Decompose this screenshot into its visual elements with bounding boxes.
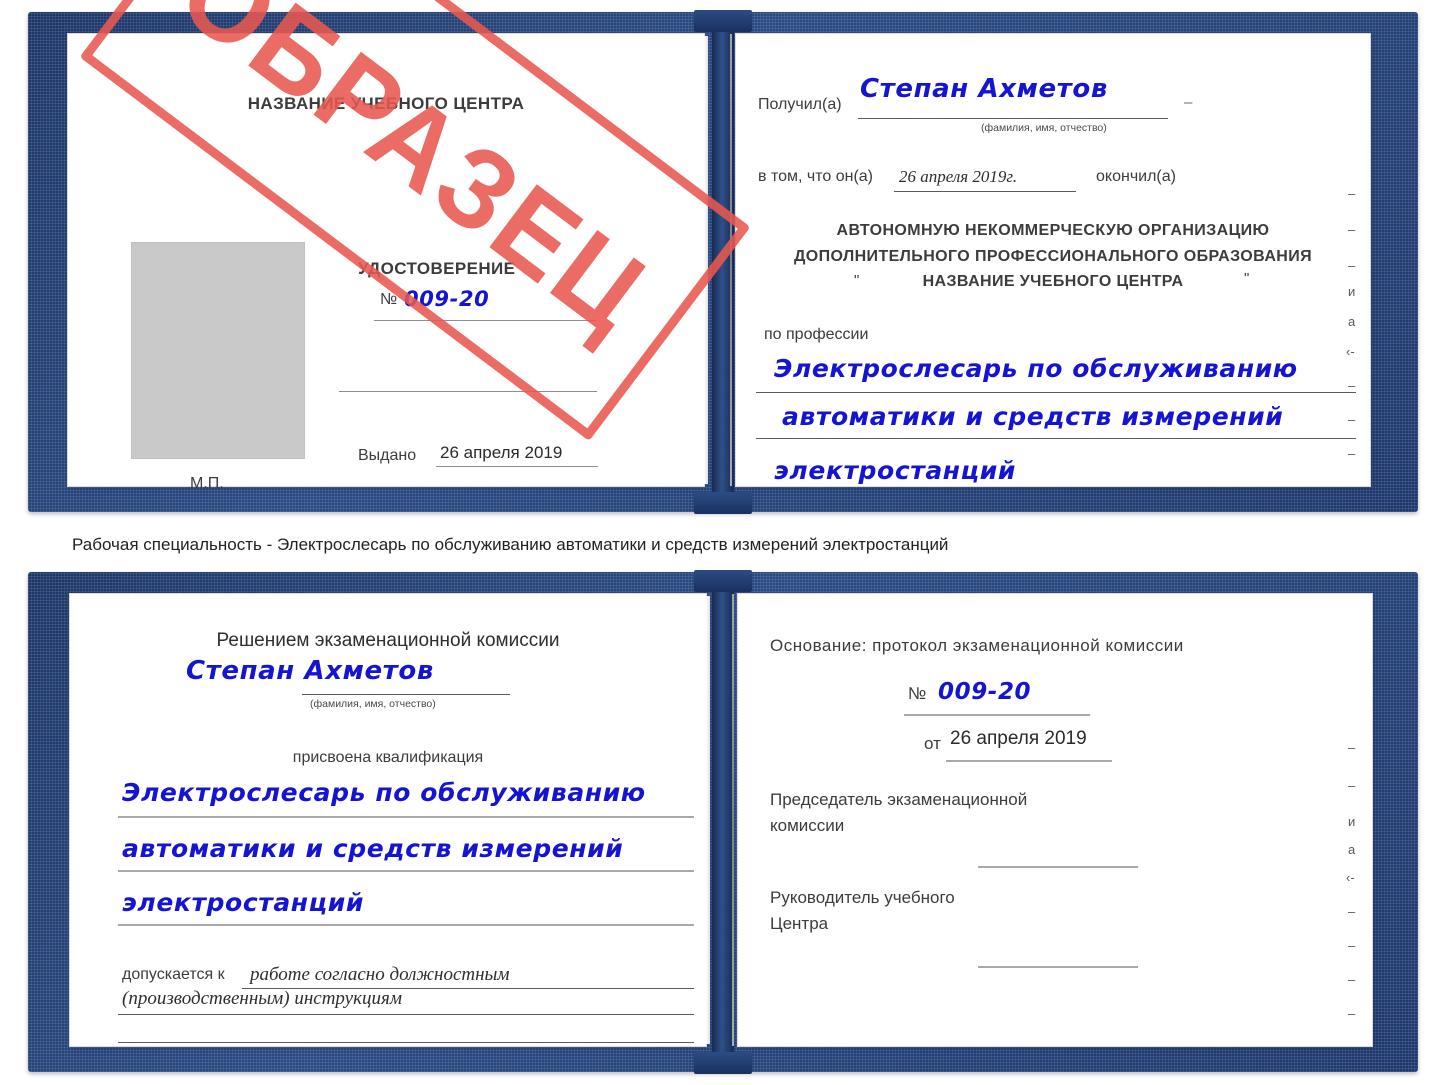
fio-hint-bottom: (фамилия, имя, отчество): [310, 698, 436, 710]
that-he-value: 26 апреля 2019г.: [899, 167, 1018, 186]
head-line-1: Руководитель учебного: [770, 888, 955, 907]
profession-rule-1: [756, 392, 1356, 393]
that-he-rule: [894, 191, 1076, 192]
certificate-bottom: Решением экзаменационной комиссии Степан…: [28, 570, 1418, 1074]
bottom-name-rule: [302, 694, 510, 695]
edge-fragments-bottom: – – и а ‹- – – – –: [1340, 724, 1374, 1044]
head-line-2: Центра: [770, 914, 829, 933]
fio-hint-top: (фамилия, имя, отчество): [981, 122, 1107, 134]
received-rule: [858, 118, 1168, 119]
edge-fragment: –: [1348, 222, 1356, 237]
qualification-rule-3: [118, 924, 694, 926]
protocol-number-rule: [904, 714, 1090, 716]
edge-fragment: –: [1348, 904, 1356, 919]
certificate-top-spine-bump-top: [694, 10, 752, 32]
bottom-name-value: Степан Ахметов: [186, 656, 434, 686]
edge-fragment: –: [1348, 186, 1356, 201]
admitted-label: допускается к: [122, 966, 225, 983]
qualification-label: присвоена квалификация: [292, 749, 484, 766]
certificate-top-fold: [730, 34, 732, 486]
finished-label: окончил(а): [1096, 168, 1176, 185]
issued-label: Выдано: [358, 447, 417, 464]
admitted-rule-3: [118, 1042, 694, 1043]
protocol-date-value: 26 апреля 2019: [950, 728, 1087, 749]
qualification-line-1: Электрослесарь по обслуживанию: [122, 778, 646, 807]
training-center-name-top: НАЗВАНИЕ УЧЕБНОГО ЦЕНТРА: [247, 94, 525, 113]
edge-fragment: –: [1348, 938, 1356, 953]
edge-fragment: а: [1348, 314, 1356, 329]
edge-fragment: и: [1348, 814, 1356, 829]
certificate-number-value: 009-20: [404, 287, 490, 311]
issued-rule: [436, 466, 598, 467]
edge-fragment: –: [1348, 412, 1356, 427]
that-he-label: в том, что он(а): [758, 168, 873, 185]
protocol-number-value: 009-20: [938, 679, 1032, 705]
edge-fragment: –: [1348, 446, 1356, 461]
protocol-number-label: №: [908, 684, 927, 703]
edge-fragment: ‹-: [1346, 344, 1355, 359]
certificate-bottom-left-page: Решением экзаменационной комиссии Степан…: [70, 594, 710, 1046]
head-signature-rule: [978, 966, 1138, 968]
edge-fragment: –: [1348, 1006, 1356, 1021]
profession-line-2: автоматики и средств измерений: [782, 402, 1284, 431]
received-dash: –: [1184, 94, 1193, 111]
document-title: УДОСТОВЕРЕНИЕ: [358, 259, 516, 278]
edge-fragment: –: [1348, 378, 1356, 393]
seal-mark-label: М.П.: [190, 475, 224, 492]
edge-fragment: ‹-: [1346, 870, 1355, 885]
profession-label: по профессии: [764, 326, 869, 343]
blank-rule-1: [339, 391, 597, 392]
received-name-value: Степан Ахметов: [860, 74, 1108, 104]
qualification-rule-2: [118, 870, 694, 872]
admitted-line-2: (производственным) инструкциям: [122, 988, 402, 1009]
organization-line-1: АВТОНОМНУЮ НЕКОММЕРЧЕСКУЮ ОРГАНИЗАЦИЮ: [836, 222, 1270, 239]
certificate-number-label: №: [380, 291, 398, 308]
protocol-date-rule: [946, 760, 1112, 762]
photo-placeholder: [131, 242, 305, 459]
qualification-rule-1: [118, 816, 694, 818]
edge-fragments-top: – – – и а ‹- – – –: [1340, 162, 1374, 472]
certificate-top: НАЗВАНИЕ УЧЕБНОГО ЦЕНТРА М.П. УДОСТОВЕРЕ…: [28, 0, 1418, 514]
edge-fragment: –: [1348, 258, 1356, 273]
chairman-signature-rule: [978, 866, 1138, 868]
certificate-top-right-page: Получил(а) Степан Ахметов (фамилия, имя,…: [730, 34, 1370, 486]
admitted-line-1: работе согласно должностным: [250, 964, 510, 985]
organization-line-2: ДОПОЛНИТЕЛЬНОГО ПРОФЕССИОНАЛЬНОГО ОБРАЗО…: [793, 248, 1313, 265]
edge-fragment: –: [1348, 740, 1356, 755]
certificate-bottom-spine-bump-top: [694, 570, 752, 592]
organization-line-3: НАЗВАНИЕ УЧЕБНОГО ЦЕНТРА: [922, 273, 1184, 290]
profession-line-1: Электрослесарь по обслуживанию: [774, 354, 1298, 383]
certificate-bottom-spine: [712, 572, 734, 1072]
edge-fragment: и: [1348, 284, 1356, 299]
organization-quote-close: ": [1244, 270, 1250, 287]
certificate-top-spine-bump-bottom: [694, 492, 752, 514]
certificate-bottom-right-page: Основание: протокол экзаменационной коми…: [732, 594, 1372, 1046]
certificate-bottom-fold: [732, 594, 734, 1046]
edge-fragment: –: [1348, 972, 1356, 987]
chairman-line-2: комиссии: [770, 816, 845, 835]
organization-quote-open: ": [854, 272, 860, 289]
admitted-rule-2: [118, 1014, 694, 1015]
profession-rule-2: [756, 438, 1356, 439]
protocol-date-label: от: [924, 734, 941, 753]
caption-text: Рабочая специальность - Электрослесарь п…: [72, 535, 949, 554]
edge-fragment: –: [1348, 778, 1356, 793]
certificate-number-rule: [374, 320, 596, 321]
issued-value: 26 апреля 2019: [440, 443, 563, 462]
edge-fragment: а: [1348, 842, 1356, 857]
qualification-line-3: электростанций: [122, 888, 365, 917]
profession-line-3: электростанций: [774, 456, 1017, 485]
received-label: Получил(а): [758, 96, 842, 113]
certificate-bottom-spine-bump-bottom: [694, 1052, 752, 1074]
basis-label: Основание: протокол экзаменационной коми…: [770, 636, 1184, 655]
chairman-line-1: Председатель экзаменационной: [770, 790, 1028, 809]
qualification-line-2: автоматики и средств измерений: [122, 834, 624, 863]
decision-header: Решением экзаменационной комиссии: [216, 630, 560, 651]
certificate-top-left-page: НАЗВАНИЕ УЧЕБНОГО ЦЕНТРА М.П. УДОСТОВЕРЕ…: [68, 34, 708, 492]
